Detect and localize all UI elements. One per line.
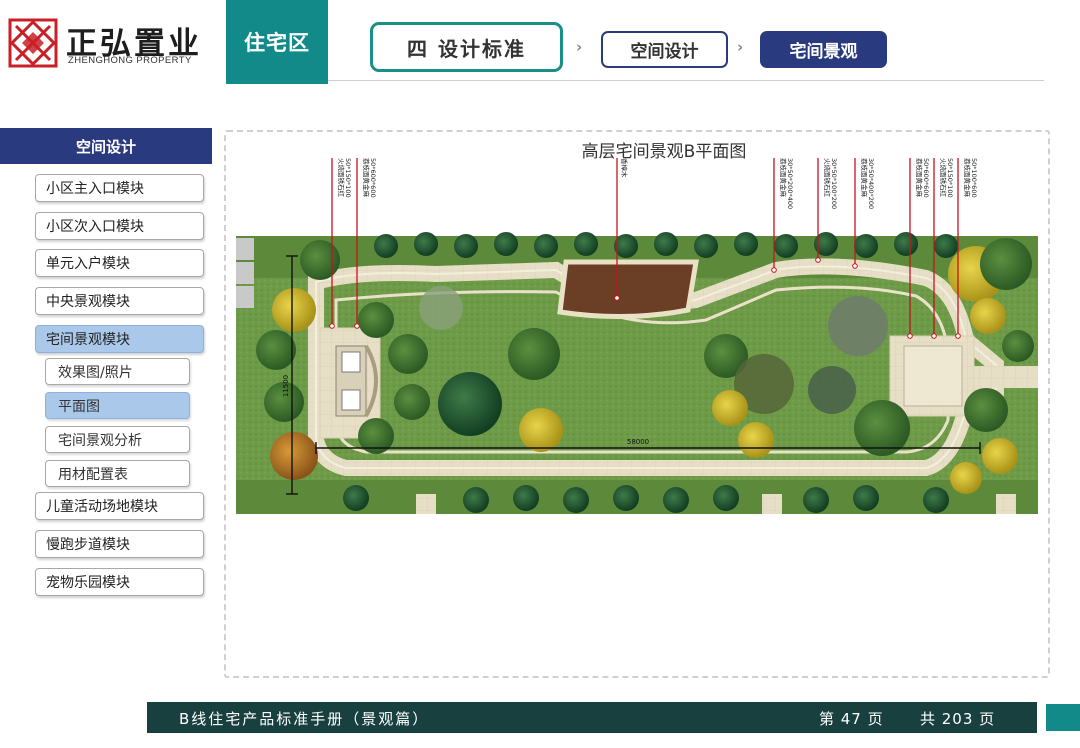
annotation-label: 50*600*600 (369, 158, 377, 198)
breadcrumb-space-design[interactable]: 空间设计 (601, 31, 728, 68)
annotation-label: 50*100*600 (970, 158, 978, 198)
landscape-plan-drawing: 58000 11500 火烧面锈石红 50*150*100 荔枝面黄金麻 50*… (236, 158, 1038, 514)
annotation-label: 30*50*400*200 (867, 158, 875, 209)
sidebar-item-playground[interactable]: 儿童活动场地模块 (35, 492, 204, 520)
breadcrumb-chevron-icon: › (576, 38, 583, 56)
sidebar-item-jogging-path[interactable]: 慢跑步道模块 (35, 530, 204, 558)
sidebar-subitem-material-table[interactable]: 用材配置表 (45, 460, 190, 487)
annotation-label: 30*50*200*400 (786, 158, 794, 209)
page-total: 共 203 页 (920, 710, 996, 728)
breadcrumb-current[interactable]: 宅间景观 (760, 31, 887, 68)
sidebar-item-unit-entry[interactable]: 单元入户模块 (35, 249, 204, 277)
sidebar-subitem-analysis[interactable]: 宅间景观分析 (45, 426, 190, 453)
annotation-label: 香樟木 (620, 158, 629, 178)
sidebar-header: 空间设计 (0, 128, 212, 164)
company-logo: 正弘置业 ZHENGHONG PROPERTY (8, 16, 218, 72)
brand-name-en: ZHENGHONG PROPERTY (68, 55, 192, 66)
footer-bar: B线住宅产品标准手册（景观篇） 第 47 页 共 203 页 (147, 702, 1037, 733)
logo-mark-icon (8, 18, 58, 68)
section-tab[interactable]: 住宅区 (226, 0, 328, 84)
annotation-label: 50*600*600 (922, 158, 930, 198)
page-number: 第 47 页 (819, 710, 884, 728)
sidebar-item-central-landscape[interactable]: 中央景观模块 (35, 287, 204, 315)
footer-title: B线住宅产品标准手册（景观篇） (179, 710, 430, 728)
sidebar-item-secondary-entrance[interactable]: 小区次入口模块 (35, 212, 204, 240)
sidebar-subitem-plan[interactable]: 平面图 (45, 392, 190, 419)
sidebar-item-pet-park[interactable]: 宠物乐园模块 (35, 568, 204, 596)
dimension-height-label: 11500 (282, 375, 290, 397)
breadcrumb-chapter[interactable]: 四 设计标准 (370, 22, 563, 72)
sidebar-item-inter-building-landscape[interactable]: 宅间景观模块 (35, 325, 204, 353)
annotation-label: 50*150*100 (946, 158, 954, 198)
annotation-label: 50*150*100 (344, 158, 352, 198)
footer-accent-block (1046, 704, 1080, 731)
header-divider (328, 80, 1044, 81)
sidebar-item-main-entrance[interactable]: 小区主入口模块 (35, 174, 204, 202)
dimension-width-label: 58000 (627, 438, 649, 446)
sidebar-subitem-renderings[interactable]: 效果图/照片 (45, 358, 190, 385)
annotation-label: 30*50*100*200 (830, 158, 838, 209)
breadcrumb-chevron-icon: › (737, 38, 744, 56)
